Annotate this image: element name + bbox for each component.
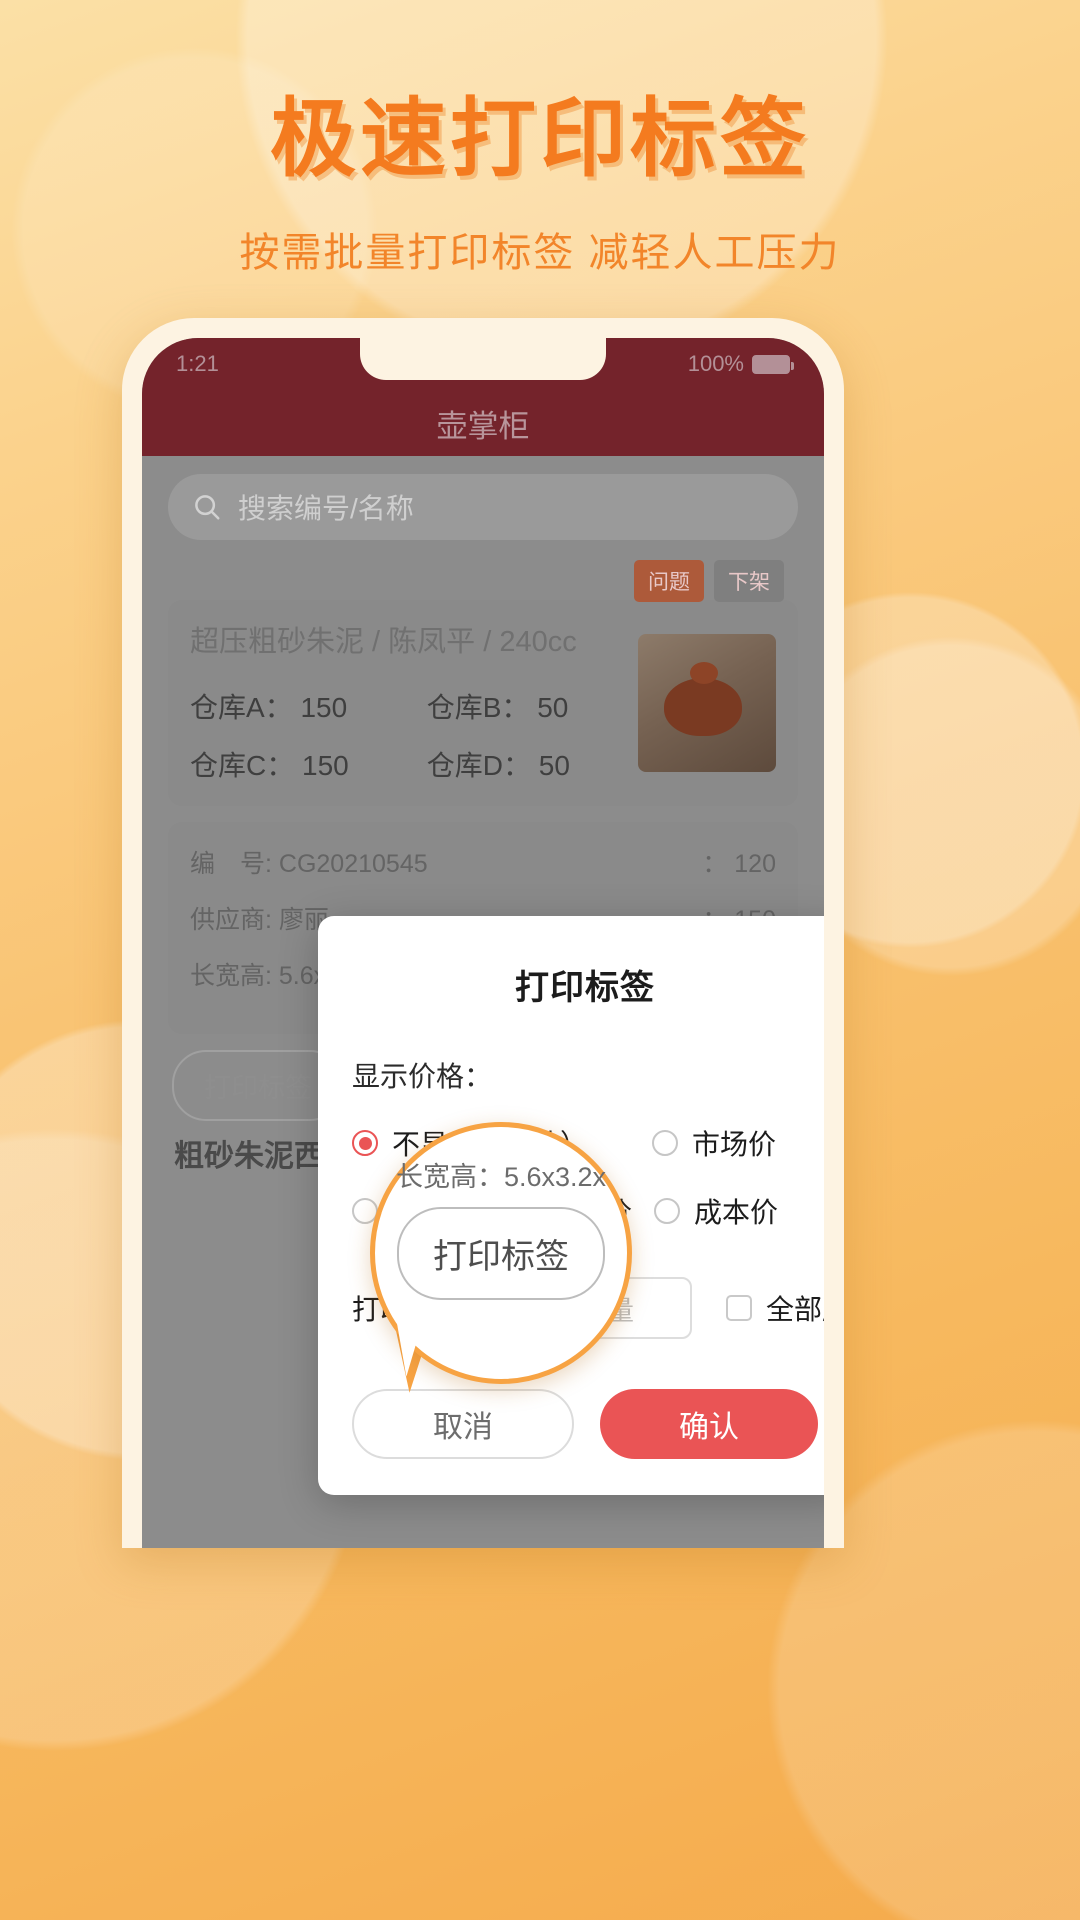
search-icon	[195, 495, 220, 520]
status-bar-battery: 100%	[687, 351, 794, 377]
radio-icon-selected	[352, 1130, 378, 1156]
detail-qty-1: ： 120	[702, 844, 776, 880]
warehouse-row-a: 仓库A： 150	[190, 686, 349, 726]
chip-offshelf[interactable]: 下架	[714, 560, 784, 602]
status-bar-time: 1:21	[176, 351, 219, 376]
battery-full-icon	[752, 354, 794, 374]
phone-notch	[360, 338, 606, 380]
radio-icon	[654, 1198, 680, 1224]
dialog-actions: 取消 确认	[318, 1389, 824, 1459]
promo-headline: 极速打印标签	[270, 89, 810, 189]
cancel-button[interactable]: 取消	[352, 1389, 574, 1459]
warehouse-row-c: 仓库C： 150	[190, 744, 349, 784]
checkbox-icon	[726, 1295, 753, 1321]
warehouse-d-label: 仓库D：	[426, 750, 531, 781]
detail-code-label: 编 号:	[190, 850, 272, 878]
radio-icon	[652, 1130, 678, 1156]
promo-text-block: 极速打印标签 按需批量打印标签 减轻人工压力	[0, 96, 1080, 278]
warehouse-a-label: 仓库A：	[190, 692, 293, 723]
warehouse-a-qty: 150	[300, 692, 348, 723]
battery-percent-label: 100%	[687, 351, 744, 376]
detail-supplier-label: 供应商:	[190, 906, 272, 934]
warehouse-c-qty: 150	[302, 750, 349, 781]
magnified-print-label-button[interactable]: 打印标签	[397, 1206, 605, 1300]
detail-qty-1-value: 120	[734, 850, 776, 878]
price-display-label: 显示价格：	[352, 1061, 493, 1092]
radio-label-cost-price: 成本价	[694, 1197, 779, 1228]
warehouse-column-left: 仓库A： 150 仓库C： 150	[190, 686, 349, 784]
app-header: 壶掌柜	[142, 390, 824, 456]
detail-qty-1-label: ：	[702, 850, 728, 878]
warehouse-b-qty: 50	[537, 692, 569, 723]
chip-problem[interactable]: 问题	[634, 560, 704, 602]
product-thumbnail[interactable]	[638, 634, 776, 772]
detail-dimensions-label: 长宽高:	[190, 962, 272, 990]
warehouse-b-label: 仓库B：	[426, 692, 530, 723]
search-input[interactable]: 搜索编号/名称	[168, 474, 798, 540]
all-stock-checkbox-group[interactable]: 全部库存	[726, 1288, 824, 1328]
warehouse-row-d: 仓库D： 50	[427, 744, 570, 784]
warehouse-column-right: 仓库B： 50 仓库D： 50	[427, 686, 570, 784]
magnifier-top-text: 长宽高：5.6x3.2x	[395, 1162, 607, 1192]
product-card[interactable]: 超压粗砂朱泥 / 陈凤平 / 240cc 仓库A： 150 仓库C： 150 仓…	[168, 600, 798, 806]
warehouse-row-b: 仓库B： 50	[427, 686, 570, 726]
warehouse-d-qty: 50	[538, 750, 570, 781]
promo-subheadline: 按需批量打印标签 减轻人工压力	[239, 231, 841, 275]
search-placeholder: 搜索编号/名称	[238, 493, 414, 524]
radio-option-market-price[interactable]: 市场价	[652, 1123, 776, 1163]
all-stock-label: 全部库存	[766, 1294, 824, 1325]
radio-label-market-price: 市场价	[692, 1129, 777, 1160]
detail-row: 编 号: CG20210545 ： 120	[190, 844, 776, 880]
status-chips: 问题 下架	[634, 560, 784, 602]
dialog-title: 打印标签	[515, 969, 655, 1007]
warehouse-c-label: 仓库C：	[190, 750, 295, 781]
detail-code-value: CG20210545	[278, 850, 428, 878]
detail-supplier: 供应商: 廖丽	[190, 900, 329, 936]
detail-code: 编 号: CG20210545	[190, 844, 428, 880]
radio-option-cost-price[interactable]: 成本价	[654, 1191, 778, 1231]
app-title: 壶掌柜	[436, 408, 530, 444]
confirm-button[interactable]: 确认	[600, 1389, 818, 1459]
